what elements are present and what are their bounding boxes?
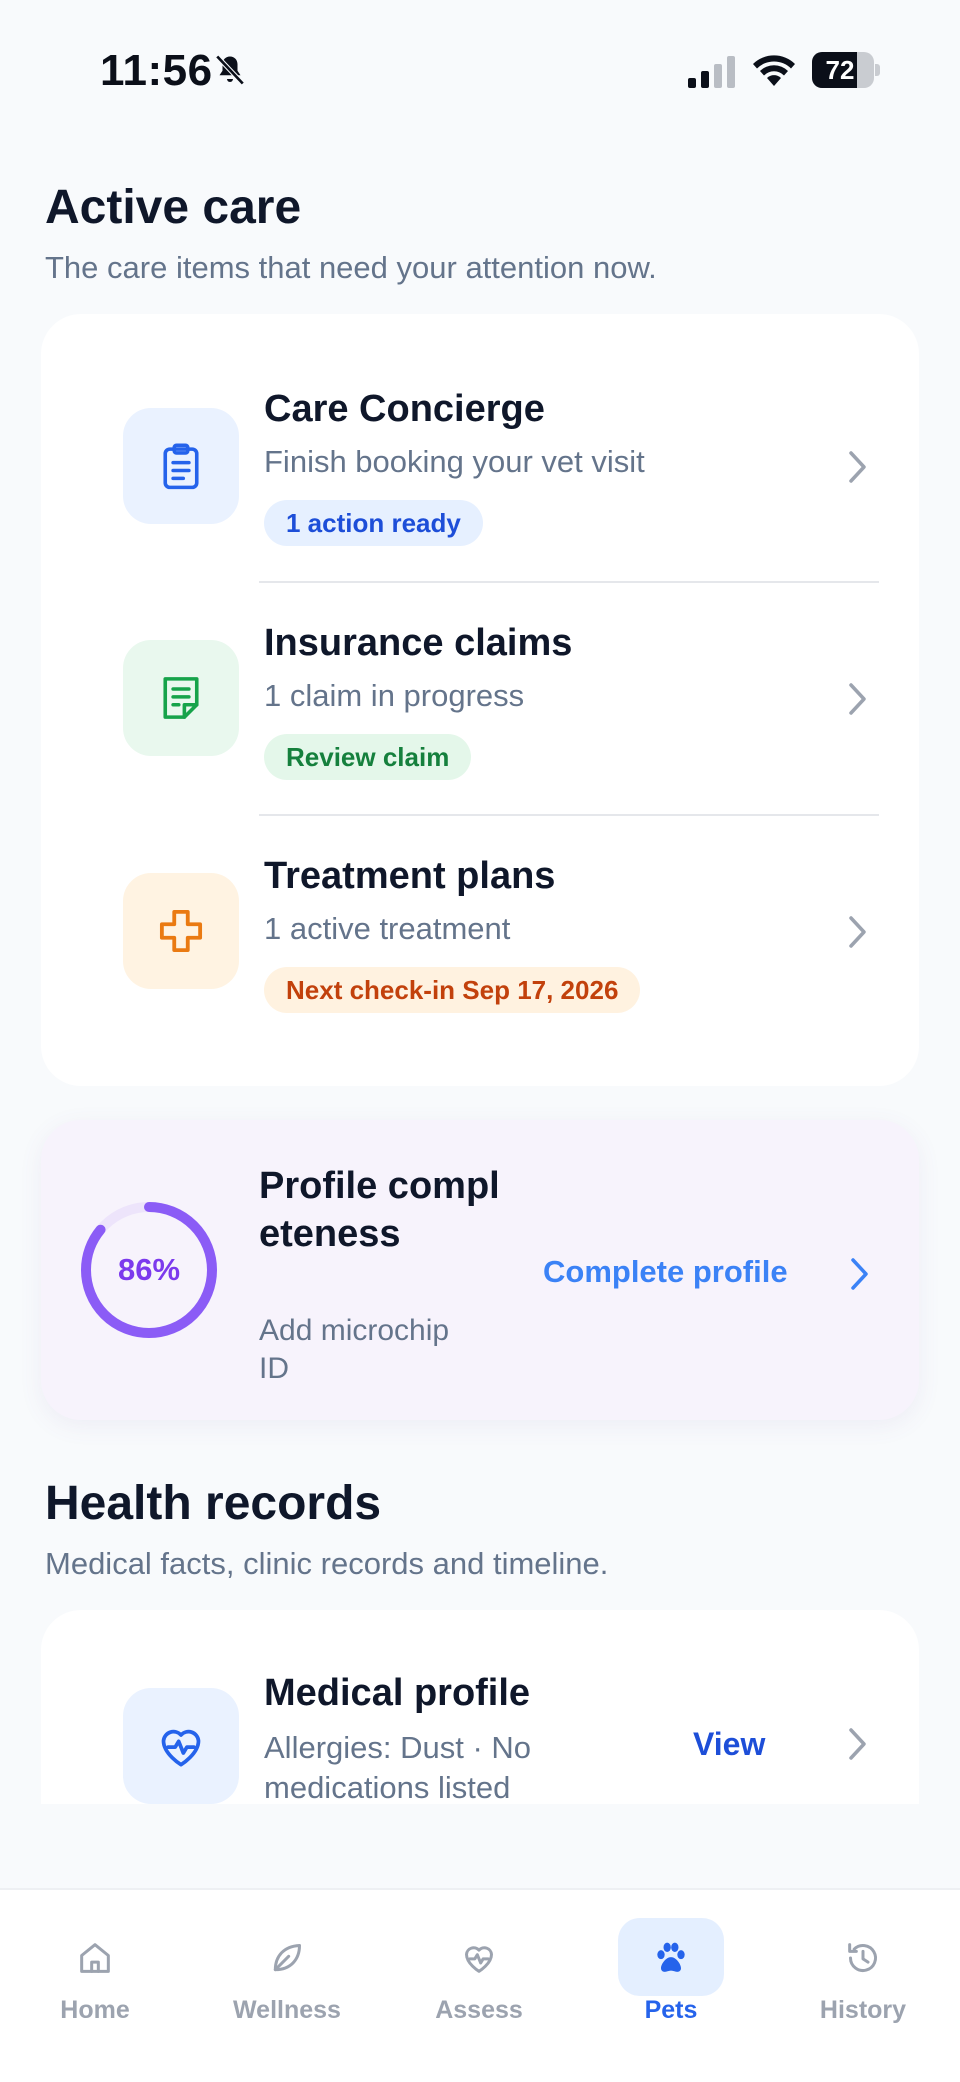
status-time: 11:56 xyxy=(100,46,213,95)
action-badge: 1 action ready xyxy=(264,500,483,546)
tab-label: Assess xyxy=(435,1996,523,2024)
complete-profile-link[interactable]: Complete profile xyxy=(543,1254,788,1290)
status-bar: 11:56 72 xyxy=(0,0,960,140)
tab-assess[interactable]: Assess xyxy=(404,1918,554,2038)
care-item-subtitle: Finish booking your vet visit xyxy=(264,444,645,479)
cellular-signal-icon xyxy=(688,56,735,88)
medical-icon-tile xyxy=(123,1688,239,1804)
claim-icon-tile xyxy=(123,640,239,756)
care-item-title: Care Concierge xyxy=(264,388,545,430)
chevron-right-icon xyxy=(849,451,866,483)
active-care-subtitle: The care items that need your attention … xyxy=(45,250,657,285)
divider xyxy=(259,814,879,816)
heart-pulse-icon xyxy=(161,1729,201,1767)
battery-percent: 72 xyxy=(825,55,855,85)
active-care-title: Active care xyxy=(45,181,302,234)
care-item-title: Insurance claims xyxy=(264,622,573,664)
chevron-right-icon xyxy=(849,683,866,715)
home-icon xyxy=(80,1943,110,1973)
bell-muted-icon xyxy=(215,54,245,86)
action-badge: Next check-in Sep 17, 2026 xyxy=(264,967,641,1013)
divider xyxy=(259,581,879,583)
leaf-icon xyxy=(273,1944,301,1972)
care-icon-tile xyxy=(123,408,239,524)
progress-percent: 86% xyxy=(117,1252,181,1287)
tab-home[interactable]: Home xyxy=(20,1918,170,2038)
care-item-subtitle: 1 active treatment xyxy=(264,911,511,946)
tab-pets[interactable]: Pets xyxy=(596,1918,746,2038)
profile-subtitle: Add microchip ID xyxy=(259,1314,450,1385)
medical-cross-icon xyxy=(159,909,203,953)
clipboard-icon xyxy=(163,443,199,490)
medical-profile-card[interactable]: Medical profile Allergies: Dust · No med… xyxy=(41,1610,919,1804)
wifi-icon xyxy=(753,55,795,86)
chevron-right-icon xyxy=(849,916,866,948)
care-item-treatment-plans[interactable]: Treatment plans 1 active treatment Next … xyxy=(41,817,919,1049)
care-item-insurance-claims[interactable]: Insurance claims 1 claim in progress Rev… xyxy=(41,584,919,816)
chevron-right-icon[interactable] xyxy=(843,1724,871,1764)
treatment-icon-tile xyxy=(123,873,239,989)
medical-profile-title: Medical profile xyxy=(264,1672,531,1714)
bottom-tab-bar: Home Wellness Assess Pets History xyxy=(0,1888,960,2082)
care-item-subtitle: 1 claim in progress xyxy=(264,678,525,713)
health-records-subtitle: Medical facts, clinic records and timeli… xyxy=(45,1546,609,1581)
battery-icon: 72 xyxy=(812,52,880,88)
care-item-care-concierge[interactable]: Care Concierge Finish booking your vet v… xyxy=(41,314,919,546)
tab-label: Wellness xyxy=(233,1996,341,2024)
active-care-card: Care Concierge Finish booking your vet v… xyxy=(41,314,919,1086)
tab-wellness[interactable]: Wellness xyxy=(212,1918,362,2038)
tab-history[interactable]: History xyxy=(788,1918,938,2038)
paw-icon xyxy=(657,1942,685,1972)
tab-label: History xyxy=(819,1996,907,2024)
heart-pulse-icon xyxy=(465,1946,493,1973)
claim-document-icon xyxy=(163,677,199,719)
profile-title: Profile completeness xyxy=(259,1165,500,1255)
action-badge: Review claim xyxy=(264,734,472,780)
chevron-right-icon[interactable] xyxy=(845,1254,873,1294)
health-records-title: Health records xyxy=(45,1477,382,1530)
profile-completeness-card[interactable]: 86% Profile completeness Add microchip I… xyxy=(41,1120,919,1420)
medical-profile-subtitle: Allergies: Dust · No medications listed xyxy=(264,1730,532,1804)
view-link[interactable]: View xyxy=(693,1726,765,1763)
history-icon xyxy=(848,1943,877,1972)
tab-label: Home xyxy=(60,1996,130,2024)
tab-label: Pets xyxy=(644,1996,698,2024)
care-item-title: Treatment plans xyxy=(264,855,556,897)
